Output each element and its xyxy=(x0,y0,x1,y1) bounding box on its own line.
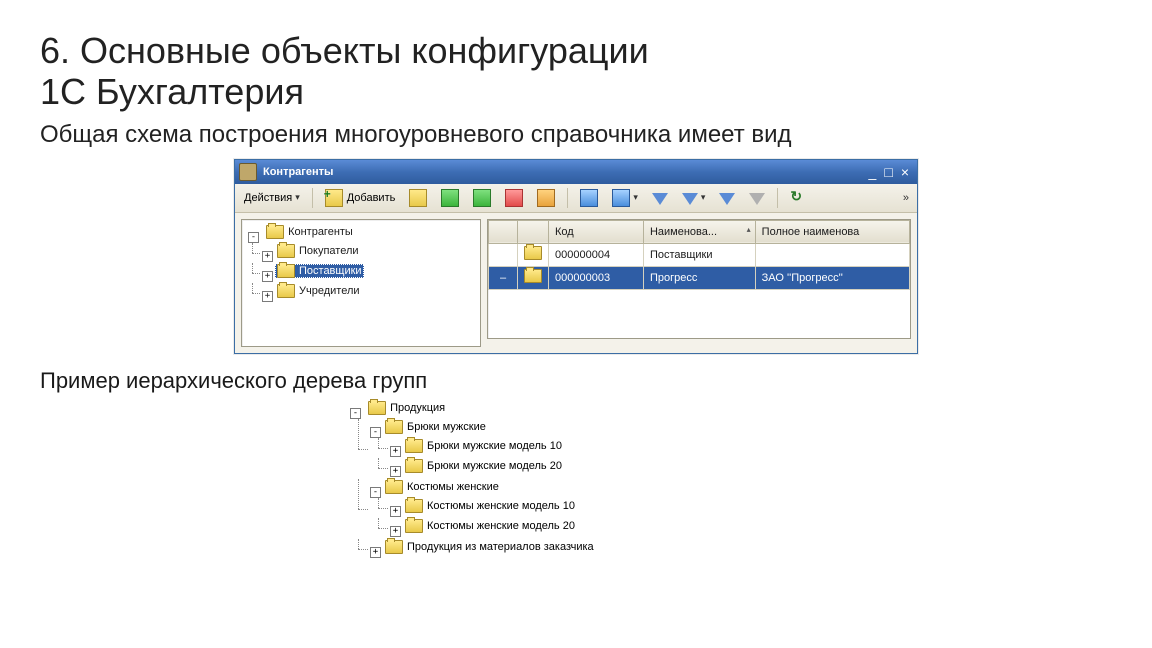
tree-item[interactable]: Брюки мужские xyxy=(383,420,488,434)
close-button[interactable]: × xyxy=(901,164,909,180)
tree-panel: - Контрагенты +Покупатели+Поставщики+Учр… xyxy=(241,219,481,347)
folder-icon xyxy=(385,480,403,494)
folder-icon xyxy=(405,519,423,533)
tree-root[interactable]: Контрагенты xyxy=(264,225,355,239)
expander[interactable]: + xyxy=(370,547,381,558)
toolbar-overflow[interactable]: » xyxy=(899,192,913,204)
toolbar: Действия▾ Добавить ▾ ▾ » xyxy=(235,184,917,213)
filter-button-1[interactable] xyxy=(647,186,673,210)
folder-icon xyxy=(405,439,423,453)
folder-icon xyxy=(524,269,542,283)
minimize-button[interactable]: _ xyxy=(869,164,877,180)
slide-title: 6. Основные объекты конфигурации 1С Бухг… xyxy=(40,30,1112,113)
folder-icon xyxy=(277,264,295,278)
tree-item[interactable]: Костюмы женские xyxy=(383,480,501,494)
copy-button[interactable] xyxy=(436,186,464,210)
expander[interactable]: + xyxy=(390,526,401,537)
clear-filter-button[interactable] xyxy=(744,186,770,210)
move-icon xyxy=(580,189,598,207)
caption-2: Пример иерархического дерева групп xyxy=(40,368,1112,394)
folder-icon xyxy=(266,225,284,239)
delete-button[interactable] xyxy=(500,186,528,210)
add-folder-button[interactable] xyxy=(404,186,432,210)
column-header[interactable]: Наименова...▴ xyxy=(643,220,755,243)
tree-item[interactable]: Брюки мужские модель 10 xyxy=(403,439,564,453)
expander[interactable]: + xyxy=(262,271,273,282)
expander[interactable]: - xyxy=(248,232,259,243)
example-tree: - Продукция -Брюки мужские+Брюки мужские… xyxy=(350,400,1112,560)
contragents-window: Контрагенты _ □ × Действия▾ Добавить ▾ ▾ xyxy=(234,159,918,354)
column-header[interactable] xyxy=(489,220,518,243)
filter-button-2[interactable]: ▾ xyxy=(677,186,711,210)
tree-item[interactable]: Костюмы женские модель 10 xyxy=(403,499,577,513)
refresh-icon xyxy=(790,190,806,206)
filter-button-3[interactable] xyxy=(714,186,740,210)
tree-item[interactable]: Поставщики xyxy=(275,264,364,278)
expander[interactable]: - xyxy=(350,408,361,419)
table-row[interactable]: 000000004Поставщики xyxy=(489,243,910,266)
filter-icon xyxy=(719,193,735,205)
filter-icon xyxy=(682,193,698,205)
column-header[interactable]: Полное наименова xyxy=(755,220,909,243)
folder-plus-icon xyxy=(409,189,427,207)
mark-button[interactable] xyxy=(532,186,560,210)
delete-icon xyxy=(505,189,523,207)
tree-item[interactable]: Учредители xyxy=(275,284,362,298)
mark-icon xyxy=(537,189,555,207)
folder-icon xyxy=(405,499,423,513)
folder-icon xyxy=(385,420,403,434)
expander[interactable]: - xyxy=(370,487,381,498)
refresh-button[interactable] xyxy=(785,186,811,210)
tree-root-2[interactable]: Продукция xyxy=(366,401,447,415)
filter-icon xyxy=(652,193,668,205)
expander[interactable]: - xyxy=(370,427,381,438)
add-button[interactable]: Добавить xyxy=(320,186,401,210)
move-button[interactable] xyxy=(575,186,603,210)
copy-icon xyxy=(441,189,459,207)
tree-item[interactable]: Продукция из материалов заказчика xyxy=(383,540,596,554)
sort-icon xyxy=(612,189,630,207)
slide-subtitle: Общая схема построения многоуровневого с… xyxy=(40,121,1112,149)
window-icon xyxy=(239,163,257,181)
tree-item[interactable]: Костюмы женские модель 20 xyxy=(403,519,577,533)
expander[interactable]: + xyxy=(390,446,401,457)
expander[interactable]: + xyxy=(390,506,401,517)
expander[interactable]: + xyxy=(262,291,273,302)
sort-button[interactable]: ▾ xyxy=(607,186,643,210)
window-title: Контрагенты xyxy=(263,166,865,178)
filter-off-icon xyxy=(749,193,765,205)
edit-icon xyxy=(473,189,491,207)
folder-icon xyxy=(524,246,542,260)
folder-icon xyxy=(405,459,423,473)
edit-button[interactable] xyxy=(468,186,496,210)
expander[interactable]: + xyxy=(390,466,401,477)
folder-icon xyxy=(385,540,403,554)
window-titlebar[interactable]: Контрагенты _ □ × xyxy=(235,160,917,184)
folder-icon xyxy=(277,244,295,258)
tree-item[interactable]: Брюки мужские модель 20 xyxy=(403,459,564,473)
actions-menu[interactable]: Действия▾ xyxy=(239,186,305,210)
data-grid[interactable]: КодНаименова...▴Полное наименова 0000000… xyxy=(488,220,910,290)
folder-icon xyxy=(368,401,386,415)
table-panel: КодНаименова...▴Полное наименова 0000000… xyxy=(487,219,911,339)
add-icon xyxy=(325,189,343,207)
tree-item[interactable]: Покупатели xyxy=(275,244,361,258)
column-header[interactable] xyxy=(518,220,549,243)
folder-icon xyxy=(277,284,295,298)
maximize-button[interactable]: □ xyxy=(884,164,892,180)
table-row[interactable]: –000000003ПрогрессЗАО ''Прогресс'' xyxy=(489,266,910,289)
expander[interactable]: + xyxy=(262,251,273,262)
column-header[interactable]: Код xyxy=(549,220,644,243)
